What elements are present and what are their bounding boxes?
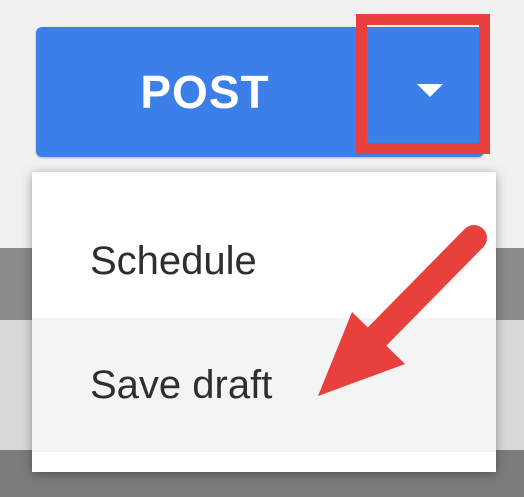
menu-item-save-draft[interactable]: Save draft — [32, 318, 496, 452]
more-options-dropdown-button[interactable] — [372, 28, 492, 158]
post-options-menu: Schedule Save draft — [32, 172, 496, 472]
caret-down-icon — [417, 84, 443, 97]
menu-item-label: Schedule — [90, 238, 257, 283]
post-button[interactable]: POST — [36, 27, 374, 157]
menu-item-schedule[interactable]: Schedule — [32, 194, 496, 328]
menu-item-label: Save draft — [90, 362, 273, 407]
